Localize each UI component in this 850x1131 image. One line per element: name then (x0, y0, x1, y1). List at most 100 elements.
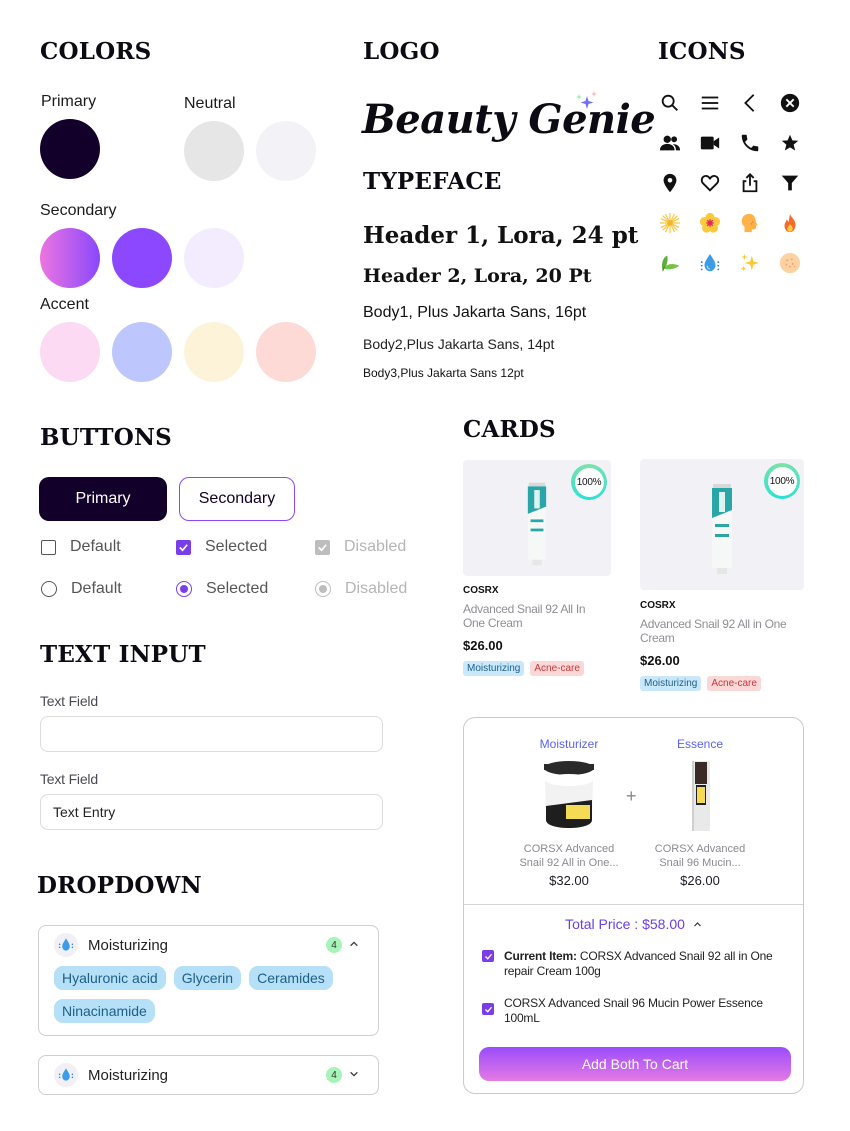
ingredient-chip[interactable]: Glycerin (173, 966, 242, 990)
product-tube-image (712, 484, 732, 574)
checkbox-selected-label: Selected (205, 538, 268, 555)
checkbox-selected[interactable]: Selected (176, 538, 267, 556)
dropdown-title: Moisturizing (88, 1066, 169, 1084)
ingredient-chip[interactable]: Hyaluronic acid (54, 966, 166, 990)
bundle-checklist-item[interactable]: Current Item: CORSX Advanced Snail 92 al… (482, 949, 782, 979)
bundle-item-price: $26.00 (680, 873, 720, 888)
ingredient-chip[interactable]: Ninacinamide (54, 999, 155, 1023)
primary-button[interactable]: Primary (39, 477, 167, 521)
product-tube-image (527, 482, 547, 566)
checkbox-default[interactable]: Default (41, 538, 121, 556)
bundle-checklist-text: Current Item: CORSX Advanced Snail 92 al… (504, 949, 782, 979)
chevron-down-icon[interactable] (346, 1066, 362, 1082)
tag-acne-care: Acne-care (530, 661, 584, 676)
chevron-up-icon[interactable] (346, 936, 362, 952)
bundle-item-price: $32.00 (549, 873, 589, 888)
match-score-badge: 100% (764, 463, 800, 499)
product-name[interactable]: Advanced Snail 92 All In One Cream (463, 602, 603, 630)
accent-swatch-cream (184, 322, 244, 382)
radio-default[interactable]: Default (41, 580, 122, 598)
dropdown-expanded-header[interactable]: Moisturizing 4 (39, 926, 378, 964)
primary-swatch (40, 119, 100, 179)
star-icon (778, 131, 802, 155)
current-item-label: Current Item: (504, 949, 577, 963)
typeface-sample-body1: Body1, Plus Jakarta Sans, 16pt (363, 304, 587, 321)
text-field-empty[interactable] (40, 716, 383, 752)
tag-moisturizing: Moisturizing (463, 661, 525, 676)
bundle-item-checkbox[interactable] (482, 950, 494, 962)
plus-icon: + (626, 786, 637, 806)
product-brand: COSRX (640, 600, 676, 611)
bundle-checklist-item[interactable]: CORSX Advanced Snail 96 Mucin Power Esse… (482, 996, 782, 1026)
bundle-item-name[interactable]: CORSX Advanced Snail 96 Mucin... (645, 842, 755, 870)
buttons-section-title: BUTTONS (40, 424, 172, 451)
phone-icon (738, 131, 762, 155)
sparkle-icon (574, 90, 600, 114)
bundle-item-category: Essence (676, 737, 724, 751)
radio-default-circle[interactable] (41, 581, 57, 597)
checkbox-default-box[interactable] (41, 539, 56, 555)
bundle-checklist-description: CORSX Advanced Snail 96 Mucin Power Esse… (504, 996, 763, 1025)
secondary-button[interactable]: Secondary (179, 477, 295, 521)
text-field-filled[interactable] (40, 794, 383, 830)
radio-default-label: Default (71, 580, 122, 597)
filter-icon (778, 171, 802, 195)
radio-disabled: Disabled (315, 580, 407, 598)
sunburst-icon (658, 211, 682, 235)
cards-section-title: CARDS (463, 416, 556, 443)
ingredient-chip[interactable]: Ceramides (249, 966, 333, 990)
fire-icon (778, 211, 802, 235)
essence-bottle-image[interactable] (690, 761, 712, 831)
checkbox-selected-box[interactable] (176, 539, 191, 555)
text-input-section-title: TEXT INPUT (40, 641, 206, 668)
neutral-swatch-2 (256, 121, 316, 181)
logo-section-title: LOGO (363, 38, 440, 65)
flower-icon (698, 211, 722, 235)
product-tags: Moisturizing Acne-care (640, 676, 761, 691)
bundle-item-checkbox[interactable] (482, 1003, 494, 1015)
radio-disabled-label: Disabled (345, 580, 408, 597)
tag-moisturizing: Moisturizing (640, 676, 702, 691)
accent-color-label: Accent (40, 296, 89, 313)
check-icon (179, 543, 188, 551)
chevron-left-icon (738, 91, 762, 115)
chevron-up-icon[interactable] (693, 920, 702, 929)
dropdown-count-badge: 4 (326, 1067, 342, 1083)
product-card-image[interactable]: 100% (463, 460, 611, 576)
typeface-section-title: TYPEFACE (363, 168, 502, 195)
total-price-toggle[interactable]: Total Price : $58.00 (464, 916, 803, 932)
skin-texture-icon (778, 251, 802, 275)
checkbox-disabled-label: Disabled (344, 538, 407, 555)
bundle-item-category: Moisturizer (539, 737, 599, 751)
share-icon (738, 171, 762, 195)
primary-color-label: Primary (41, 93, 97, 110)
secondary-swatch-light (184, 228, 244, 288)
bundle-item-name[interactable]: CORSX Advanced Snail 92 All in One... (514, 842, 624, 870)
dropdown-count-badge: 4 (326, 937, 342, 953)
check-icon (318, 543, 327, 551)
radio-selected[interactable]: Selected (176, 580, 268, 598)
radio-selected-circle[interactable] (176, 581, 192, 597)
radio-selected-label: Selected (206, 580, 269, 597)
product-tags: Moisturizing Acne-care (463, 661, 584, 676)
dropdown-collapsed[interactable]: Moisturizing 4 (38, 1055, 379, 1095)
ingredient-chips: Hyaluronic acid Glycerin Ceramides Ninac… (39, 964, 378, 1035)
product-price: $26.00 (640, 653, 680, 668)
moisturizer-jar-image[interactable] (542, 760, 596, 830)
typeface-sample-body2: Body2,Plus Jakarta Sans, 14pt (363, 336, 555, 352)
dropdown-expanded[interactable]: Moisturizing 4 Hyaluronic acid Glycerin … (38, 925, 379, 1036)
check-icon (484, 953, 492, 960)
product-brand: COSRX (463, 585, 499, 596)
checkbox-disabled-box (315, 539, 330, 555)
radio-disabled-circle (315, 581, 331, 597)
secondary-gradient-swatch (40, 228, 100, 288)
bundle-card: Moisturizer Essence + CORSX Advanced Sna… (463, 717, 804, 1094)
dropdown-collapsed-header[interactable]: Moisturizing 4 (39, 1056, 378, 1094)
add-both-to-cart-button[interactable]: Add Both To Cart (479, 1047, 791, 1081)
product-price: $26.00 (463, 638, 503, 653)
checkbox-disabled: Disabled (315, 538, 406, 556)
product-card-image[interactable]: 100% (640, 459, 804, 590)
product-name[interactable]: Advanced Snail 92 All in One Cream (640, 617, 800, 645)
tag-acne-care: Acne-care (707, 676, 761, 691)
text-field-label-1: Text Field (40, 693, 98, 709)
